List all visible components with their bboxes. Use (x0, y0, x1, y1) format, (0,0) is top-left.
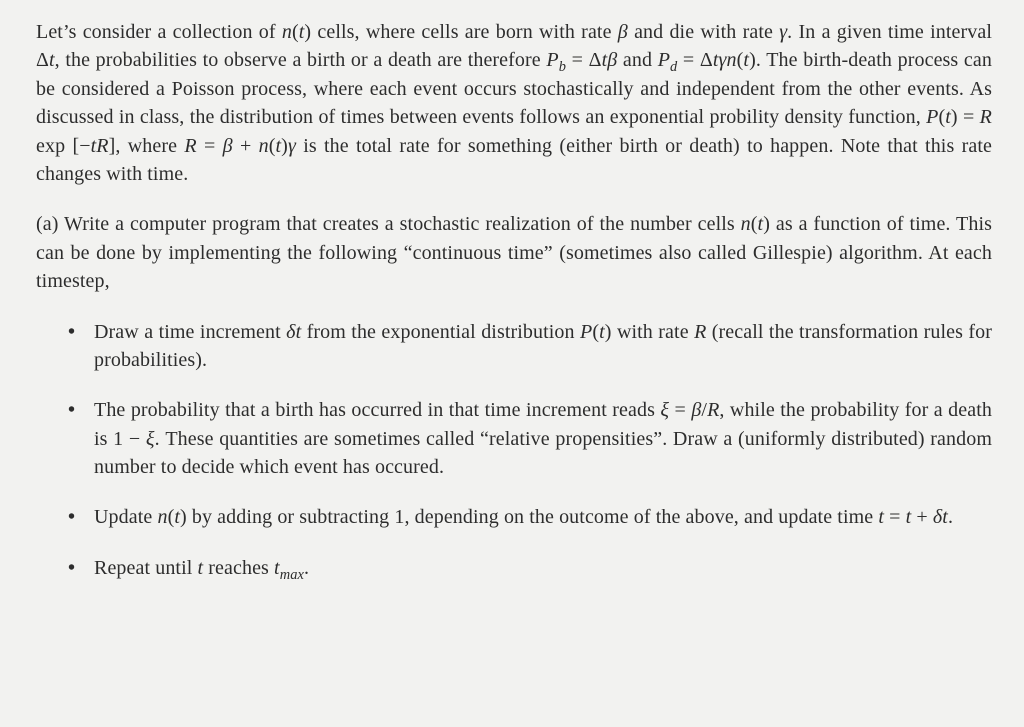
text: = (197, 135, 223, 157)
part-a-paragraph: (a) Write a computer program that create… (36, 210, 992, 295)
var-R: R (96, 135, 108, 157)
text: by adding or subtracting 1, depending on… (187, 506, 879, 528)
intro-paragraph: Let’s consider a collection of n(t) cell… (36, 18, 992, 188)
var-beta: β (223, 135, 233, 157)
text: cells, where cells are born with rate (311, 21, 618, 43)
var-n: n (282, 21, 292, 43)
var-n: n (727, 49, 737, 71)
list-item: Draw a time increment δt from the expone… (94, 318, 992, 375)
var-t: t (743, 49, 749, 71)
var-delta-t: δt (933, 506, 948, 528)
list-item: Update n(t) by adding or subtracting 1, … (94, 503, 992, 531)
var-R: R (694, 321, 706, 343)
var-R: R (184, 135, 196, 157)
var-beta: β (618, 21, 628, 43)
text: = (958, 106, 980, 128)
text: + (233, 135, 259, 157)
var-n: n (157, 506, 167, 528)
list-item: Repeat until t reaches tmax. (94, 554, 992, 582)
var-n: n (259, 135, 269, 157)
var-t: t (299, 21, 305, 43)
text: = Δ (566, 49, 602, 71)
text: ], where (109, 135, 185, 157)
var-R: R (980, 106, 992, 128)
var-delta-t: δt (286, 321, 301, 343)
var-P: P (658, 49, 670, 71)
var-t: t (758, 213, 764, 235)
text: , the probabilities to observe a birth o… (55, 49, 547, 71)
text: exp [− (36, 135, 91, 157)
text: and (617, 49, 657, 71)
sub-b: b (559, 59, 566, 75)
var-t: t (945, 106, 951, 128)
var-t: t (174, 506, 180, 528)
text: Repeat until (94, 557, 198, 579)
var-P: P (546, 49, 558, 71)
text: Update (94, 506, 157, 528)
text: . These quantities are sometimes called … (94, 428, 992, 478)
var-P: P (926, 106, 938, 128)
text: Write a computer program that creates a … (64, 213, 741, 235)
part-label: (a) (36, 213, 64, 235)
var-P: P (580, 321, 592, 343)
var-gamma: γ (719, 49, 727, 71)
text: The probability that a birth has occurre… (94, 399, 660, 421)
text: . (304, 557, 309, 579)
text: with rate (612, 321, 695, 343)
var-xi: ξ (146, 428, 155, 450)
text: = (669, 399, 691, 421)
sub-max: max (280, 567, 304, 583)
list-item: The probability that a birth has occurre… (94, 396, 992, 481)
var-xi: ξ (660, 399, 669, 421)
text: reaches (203, 557, 274, 579)
text: and die with rate (628, 21, 779, 43)
var-gamma: γ (779, 21, 787, 43)
text: Draw a time increment (94, 321, 286, 343)
text: = Δ (677, 49, 713, 71)
text: Let’s consider a collection of (36, 21, 282, 43)
text: . (948, 506, 953, 528)
var-gamma: γ (288, 135, 296, 157)
text: = (884, 506, 906, 528)
var-beta: β (691, 399, 701, 421)
text: from the exponential distribution (301, 321, 580, 343)
page: Let’s consider a collection of n(t) cell… (0, 0, 1024, 622)
var-beta: β (607, 49, 617, 71)
text: + (911, 506, 933, 528)
bullet-list: Draw a time increment δt from the expone… (36, 318, 992, 583)
var-t: t (276, 135, 282, 157)
var-t: t (599, 321, 605, 343)
var-R: R (707, 399, 719, 421)
var-n: n (741, 213, 751, 235)
